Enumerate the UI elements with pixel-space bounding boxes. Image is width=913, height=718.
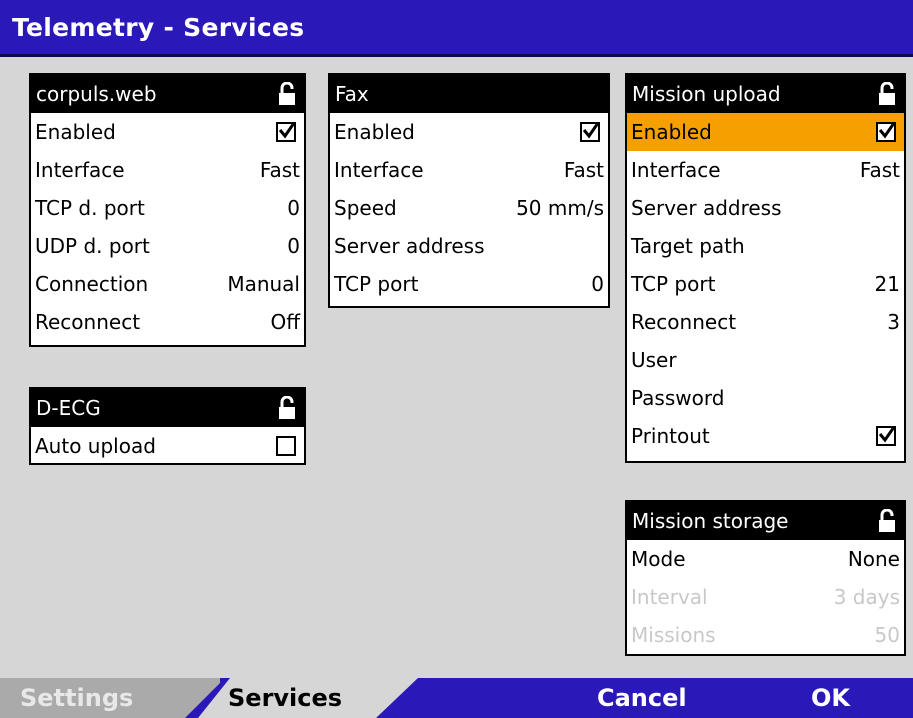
enabled-checkbox[interactable]	[580, 122, 600, 142]
checkmark-icon	[878, 122, 896, 139]
row-interval: Interval 3 days	[631, 585, 900, 609]
checkmark-icon	[582, 122, 600, 139]
row-reconnect[interactable]: Reconnect 3	[627, 303, 904, 341]
ok-button[interactable]: OK	[811, 684, 850, 712]
panel-d-ecg: D-ECG Auto upload	[29, 387, 306, 465]
lock-icon	[878, 81, 896, 106]
row-server-address[interactable]: Server address	[330, 227, 608, 265]
auto-upload-checkbox[interactable]	[276, 436, 296, 456]
row-interface[interactable]: Interface Fast	[330, 151, 608, 189]
printout-checkbox[interactable]	[876, 426, 896, 446]
row-target-path[interactable]: Target path	[627, 227, 904, 265]
row-interface[interactable]: Interface Fast	[627, 151, 904, 189]
enabled-checkbox[interactable]	[276, 122, 296, 142]
row-tcp-port[interactable]: TCP port 21	[627, 265, 904, 303]
row-udp-d-port[interactable]: UDP d. port 0	[31, 227, 304, 265]
lock-icon	[278, 395, 296, 420]
title-bar: Telemetry - Services	[0, 0, 913, 57]
cancel-button[interactable]: Cancel	[597, 684, 687, 712]
row-tcp-d-port[interactable]: TCP d. port 0	[31, 189, 304, 227]
panel-title: Mission storage	[632, 509, 789, 533]
page-title: Telemetry - Services	[12, 13, 305, 42]
panel-fax: Fax Enabled Interface Fast Speed 50 mm/s…	[328, 73, 610, 308]
row-printout[interactable]: Printout	[627, 417, 904, 455]
panel-header-mission-upload: Mission upload	[627, 75, 904, 113]
row-server-address[interactable]: Server address	[627, 189, 904, 227]
row-interface[interactable]: Interface Fast	[31, 151, 304, 189]
panel-mission-upload: Mission upload Enabled Interface Fast Se…	[625, 73, 906, 463]
row-auto-upload[interactable]: Auto upload	[31, 427, 304, 465]
panel-title: D-ECG	[36, 396, 101, 420]
row-enabled[interactable]: Enabled	[31, 113, 304, 151]
row-mode[interactable]: Mode None	[627, 540, 904, 578]
row-reconnect[interactable]: Reconnect Off	[31, 303, 304, 341]
row-connection[interactable]: Connection Manual	[31, 265, 304, 303]
enabled-checkbox[interactable]	[876, 122, 896, 142]
row-tcp-port[interactable]: TCP port 0	[330, 265, 608, 303]
row-user[interactable]: User	[627, 341, 904, 379]
panel-mission-storage: Mission storage Mode None Interval 3 day…	[625, 500, 906, 656]
panel-title: Fax	[335, 82, 369, 106]
panel-title: corpuls.web	[36, 82, 157, 106]
panel-corpuls-web: corpuls.web Enabled Interface Fast TCP d…	[29, 73, 306, 347]
panel-header-corpuls-web: corpuls.web	[31, 75, 304, 113]
checkmark-icon	[278, 122, 296, 139]
panel-header-d-ecg: D-ECG	[31, 389, 304, 427]
panel-title: Mission upload	[632, 82, 781, 106]
tab-settings[interactable]: Settings	[0, 678, 220, 718]
footer-bar: Settings Services Cancel OK	[0, 678, 913, 718]
row-speed[interactable]: Speed 50 mm/s	[330, 189, 608, 227]
row-password[interactable]: Password	[627, 379, 904, 417]
row-enabled-selected[interactable]: Enabled	[627, 113, 904, 151]
lock-icon	[878, 508, 896, 533]
checkmark-icon	[878, 426, 896, 443]
row-missions: Missions 50	[631, 623, 900, 647]
lock-icon	[278, 81, 296, 106]
panel-header-mission-storage: Mission storage	[627, 502, 904, 540]
tab-services[interactable]: Services	[198, 678, 418, 718]
row-enabled[interactable]: Enabled	[330, 113, 608, 151]
panel-header-fax: Fax	[330, 75, 608, 113]
